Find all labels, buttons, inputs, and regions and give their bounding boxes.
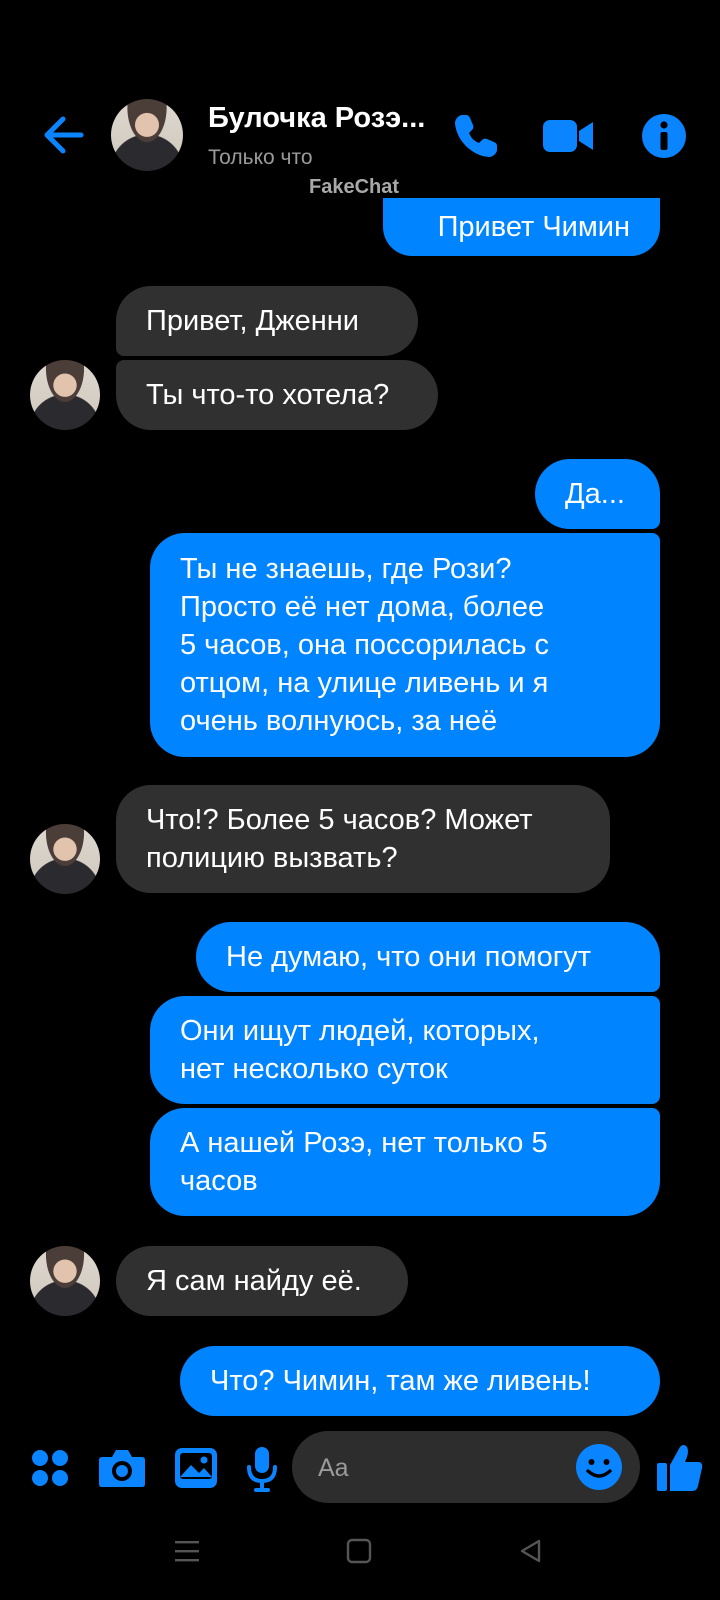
square-icon bbox=[346, 1538, 372, 1564]
emoji-button[interactable] bbox=[574, 1442, 624, 1492]
menu-lines-icon bbox=[175, 1541, 199, 1562]
message-bubble-incoming[interactable]: Я сам найду её. bbox=[116, 1246, 408, 1316]
arrow-left-icon bbox=[44, 116, 84, 154]
video-camera-icon bbox=[543, 120, 593, 152]
message-input[interactable] bbox=[316, 1449, 570, 1487]
video-call-button[interactable] bbox=[540, 110, 596, 162]
camera-icon bbox=[99, 1450, 145, 1487]
back-nav-button[interactable] bbox=[518, 1538, 548, 1568]
contact-avatar-small bbox=[30, 1246, 100, 1316]
info-button[interactable] bbox=[638, 110, 690, 162]
home-button[interactable] bbox=[346, 1538, 376, 1568]
message-bubble-outgoing[interactable]: Да... bbox=[535, 459, 660, 529]
triangle-back-icon bbox=[520, 1539, 541, 1563]
contact-avatar-small bbox=[30, 360, 100, 430]
message-bubble-incoming[interactable]: Привет, Дженни bbox=[116, 286, 418, 356]
four-dots-icon bbox=[32, 1450, 68, 1486]
watermark: FakeChat bbox=[309, 176, 400, 198]
contact-status: Только что bbox=[208, 146, 313, 169]
back-button[interactable] bbox=[38, 110, 88, 160]
apps-button[interactable] bbox=[28, 1446, 72, 1490]
voice-button[interactable] bbox=[244, 1444, 280, 1494]
message-composer[interactable] bbox=[292, 1431, 640, 1503]
message-bubble-outgoing[interactable]: Не думаю, что они помогут bbox=[196, 922, 660, 992]
message-bubble-outgoing[interactable]: Что? Чимин, там же ливень! bbox=[180, 1346, 660, 1416]
message-bubble-outgoing[interactable]: Привет Чимин bbox=[383, 198, 660, 256]
phone-icon bbox=[455, 115, 497, 157]
like-button[interactable] bbox=[654, 1440, 706, 1496]
call-button[interactable] bbox=[448, 108, 504, 164]
thumbs-up-icon bbox=[657, 1445, 703, 1491]
message-bubble-outgoing[interactable]: Они ищут людей, которых, нет несколько с… bbox=[150, 996, 660, 1104]
camera-button[interactable] bbox=[96, 1444, 148, 1492]
smiley-icon bbox=[576, 1444, 622, 1490]
contact-avatar[interactable] bbox=[111, 99, 183, 171]
recent-apps-button[interactable] bbox=[174, 1538, 204, 1568]
message-bubble-outgoing[interactable]: Ты не знаешь, где Рози? Просто её нет до… bbox=[150, 533, 660, 757]
image-icon bbox=[175, 1448, 217, 1488]
contact-avatar-small bbox=[30, 824, 100, 894]
message-bubble-incoming[interactable]: Что!? Более 5 часов? Может полицию вызва… bbox=[116, 785, 610, 893]
contact-name[interactable]: Булочка Розэ... bbox=[208, 102, 438, 135]
microphone-icon bbox=[247, 1447, 277, 1492]
message-bubble-outgoing[interactable]: А нашей Розэ, нет только 5 часов bbox=[150, 1108, 660, 1216]
gallery-button[interactable] bbox=[172, 1444, 220, 1492]
info-icon bbox=[642, 114, 686, 158]
message-bubble-incoming[interactable]: Ты что-то хотела? bbox=[116, 360, 438, 430]
